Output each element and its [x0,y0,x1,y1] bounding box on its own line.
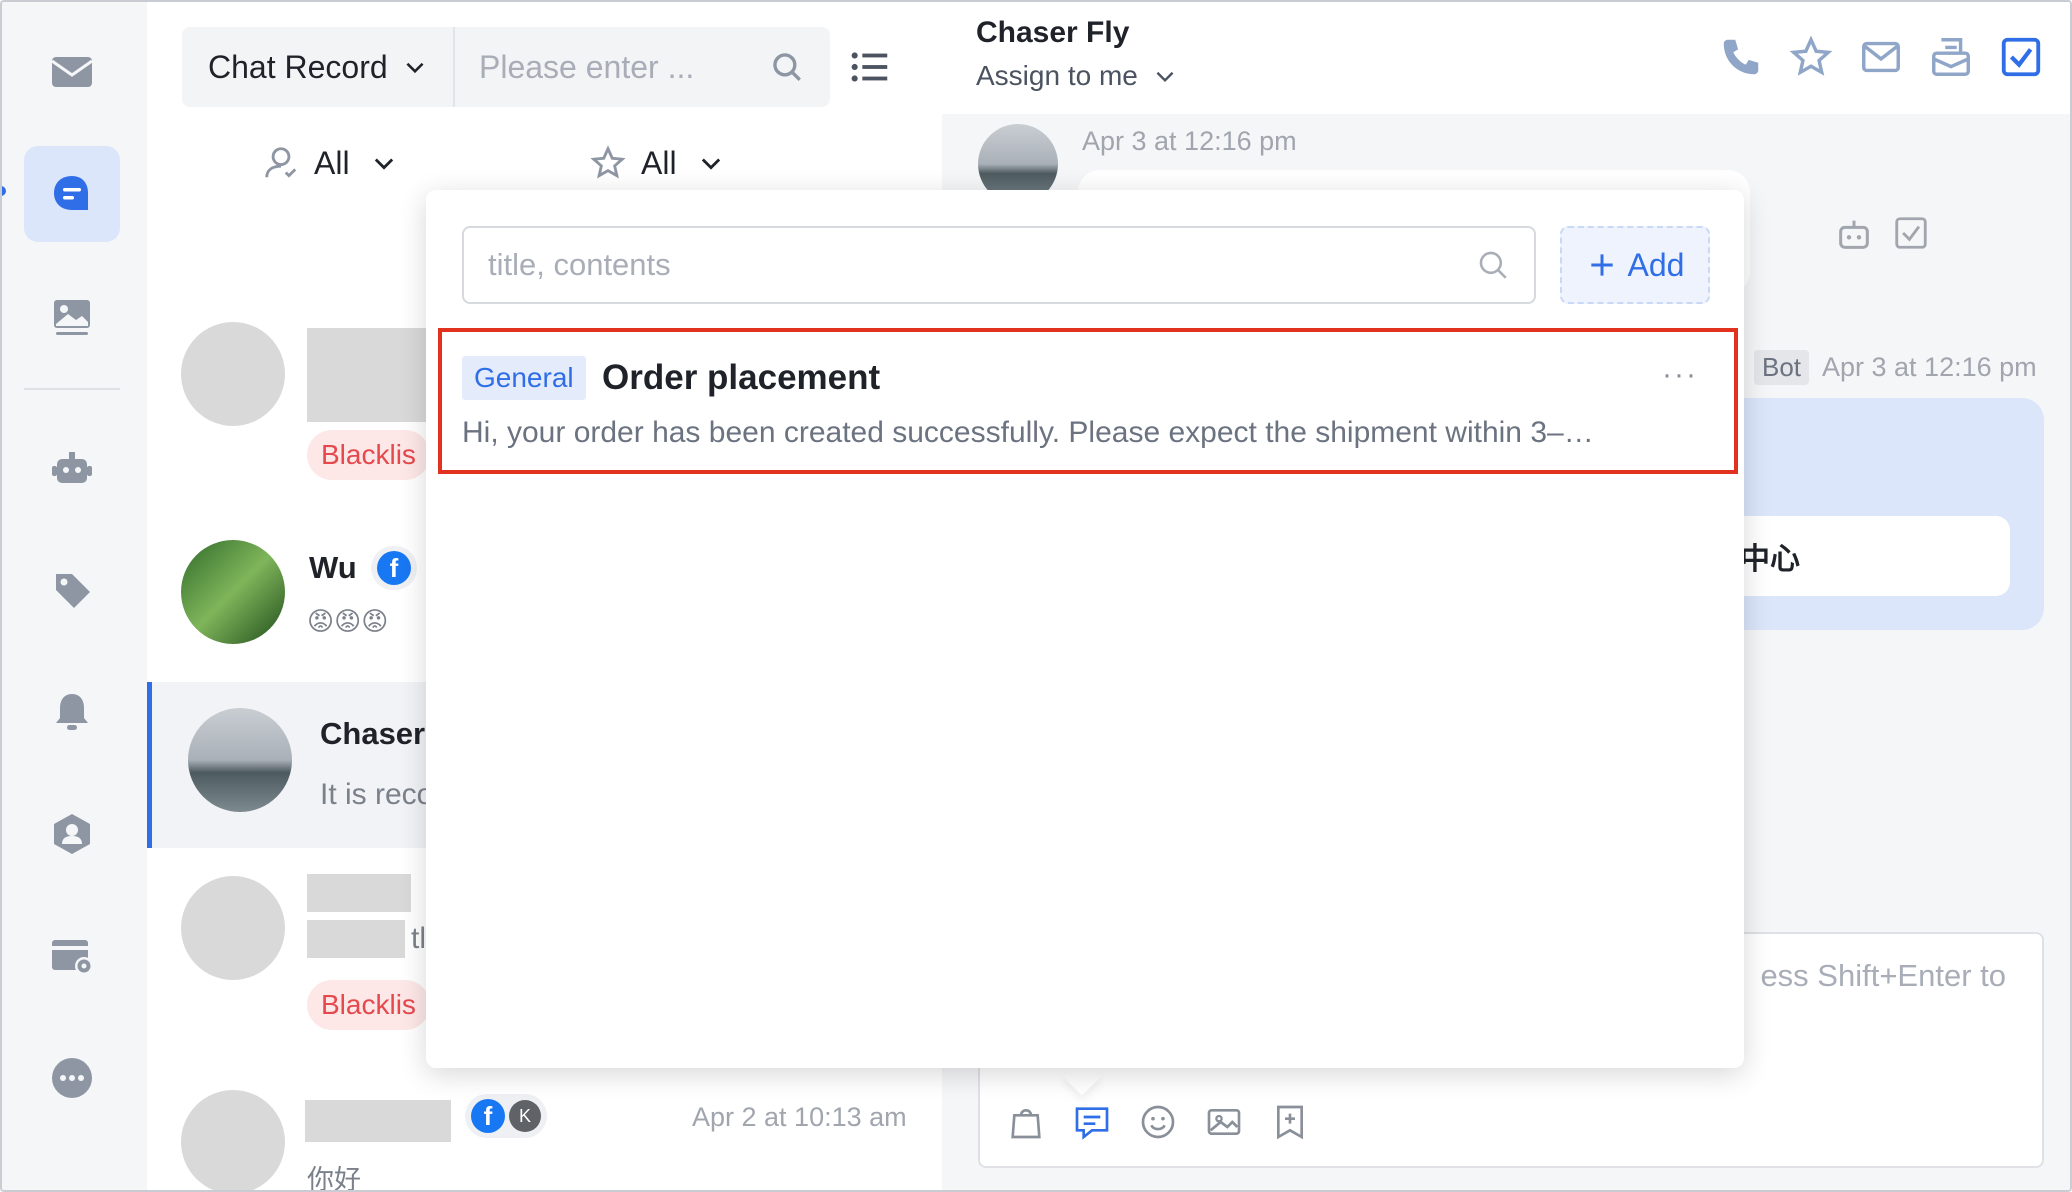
image-icon [54,300,90,335]
blacklist-badge: Blacklis [307,430,430,480]
bot-nav-button[interactable] [24,420,120,516]
search-scope-label: Chat Record [208,48,388,85]
inbox-icon[interactable] [1928,34,1974,80]
composer-toolbar [1006,1102,1310,1142]
assign-dropdown[interactable]: Assign to me [976,60,1178,92]
quick-reply-item[interactable]: General Order placement ··· Hi, your ord… [438,328,1738,474]
header-actions [1718,34,2044,80]
add-note-icon[interactable] [1270,1102,1310,1142]
avatar [181,322,285,426]
quick-reply-popover: title, contents Add General Order placem… [426,190,1744,1068]
more-dots-icon [52,1058,92,1098]
avatar [181,876,285,980]
facebook-icon: f [377,551,411,585]
active-indicator [2,186,6,196]
chat-header: Chaser Fly Assign to me [942,2,2070,114]
search-placeholder: Please enter ... [479,48,695,85]
star-filter[interactable]: All [589,140,725,186]
message-time: Apr 3 at 12:16 pm [1822,352,2037,382]
notifications-nav-button[interactable] [24,664,120,760]
chevron-down-icon [374,158,393,170]
bot-badge: Bot [1754,350,1810,385]
rail-divider [24,388,120,390]
chevron-down-icon [701,158,720,170]
contact-name: Wu [309,550,357,585]
phone-icon[interactable] [1718,34,1764,80]
settings-nav-button[interactable] [24,908,120,1004]
nav-rail [2,2,147,1190]
channel-badge: f K [465,1094,547,1138]
redacted-name [307,874,411,912]
robot-icon[interactable] [1834,214,1874,254]
tags-nav-button[interactable] [24,542,120,638]
chevron-down-icon [406,62,424,74]
quick-reply-search-input[interactable]: title, contents [462,226,1536,304]
plus-icon [1590,254,1613,276]
more-nav-button[interactable] [24,1030,120,1126]
agent-filter[interactable]: All [262,140,398,186]
shopping-bag-icon[interactable] [1006,1102,1046,1142]
search-icon [1479,251,1507,279]
blacklist-badge: Blacklis [307,980,430,1030]
card-settings-icon [52,940,93,975]
mail-icon [51,57,93,87]
media-nav-button[interactable] [24,268,120,364]
composer-placeholder: ess Shift+Enter to [1760,958,2006,993]
list-view-icon[interactable] [847,44,893,90]
user-icon [265,147,297,178]
message-time: Apr 3 at 12:16 pm [1082,126,1297,156]
redacted-name [305,1100,451,1142]
add-label: Add [1627,246,1685,283]
chat-contact-name: Chaser Fly [976,16,1130,49]
facebook-icon: f [471,1099,505,1133]
quick-reply-icon[interactable] [1072,1102,1112,1142]
bell-icon [56,694,88,730]
message-preview: 你好 [307,1165,361,1192]
quick-reply-search-placeholder: title, contents [488,247,671,282]
checkbox-icon[interactable] [1892,214,1930,252]
quick-reply-content: Hi, your order has been created successf… [462,416,1594,449]
chat-nav-button[interactable] [24,146,120,242]
agent-filter-label: All [314,144,350,181]
account-badge: K [509,1100,541,1132]
user-shield-icon [54,814,90,854]
conversation-item[interactable]: f K Apr 2 at 10:13 am 你好 [147,1062,942,1192]
more-options-button[interactable]: ··· [1662,358,1698,392]
search-input[interactable]: Please enter ... [455,27,830,107]
bot-quick-reply-button[interactable]: 中心 [1732,516,2010,596]
redacted-preview [307,920,405,958]
quick-reply-label: 中心 [1740,543,1800,576]
avatar [181,1090,285,1190]
star-icon [590,145,626,179]
checkbox-icon[interactable] [1998,34,2044,80]
channel-badge: f [371,546,417,590]
message-preview: 😡😡😡 [307,606,389,636]
inbox-nav-button[interactable] [24,24,120,120]
chat-bubble-icon [54,176,88,210]
avatar [188,708,292,812]
category-tag: General [462,356,586,400]
mail-icon[interactable] [1858,34,1904,80]
quick-reply-title: Order placement [602,358,881,397]
chevron-down-icon [1156,71,1174,83]
search-scope-select[interactable]: Chat Record [182,27,455,107]
star-filter-label: All [641,144,677,181]
search-icon[interactable] [770,50,804,84]
robot-icon [52,452,92,483]
image-icon[interactable] [1204,1102,1244,1142]
avatar [181,540,285,644]
message-preview: It is reco [320,778,434,811]
app-window: Chat Record Please enter ... All All Bla… [0,0,2072,1192]
conversation-time: Apr 2 at 10:13 am [692,1102,907,1132]
add-quick-reply-button[interactable]: Add [1560,226,1710,304]
message-preview: tl [411,922,426,955]
contact-name: Chaser [320,716,426,751]
contacts-nav-button[interactable] [24,786,120,882]
conversation-search-bar: Chat Record Please enter ... [182,27,830,107]
star-icon[interactable] [1788,34,1834,80]
emoji-icon[interactable] [1138,1102,1178,1142]
assign-label: Assign to me [976,60,1138,91]
tag-icon [56,574,90,608]
